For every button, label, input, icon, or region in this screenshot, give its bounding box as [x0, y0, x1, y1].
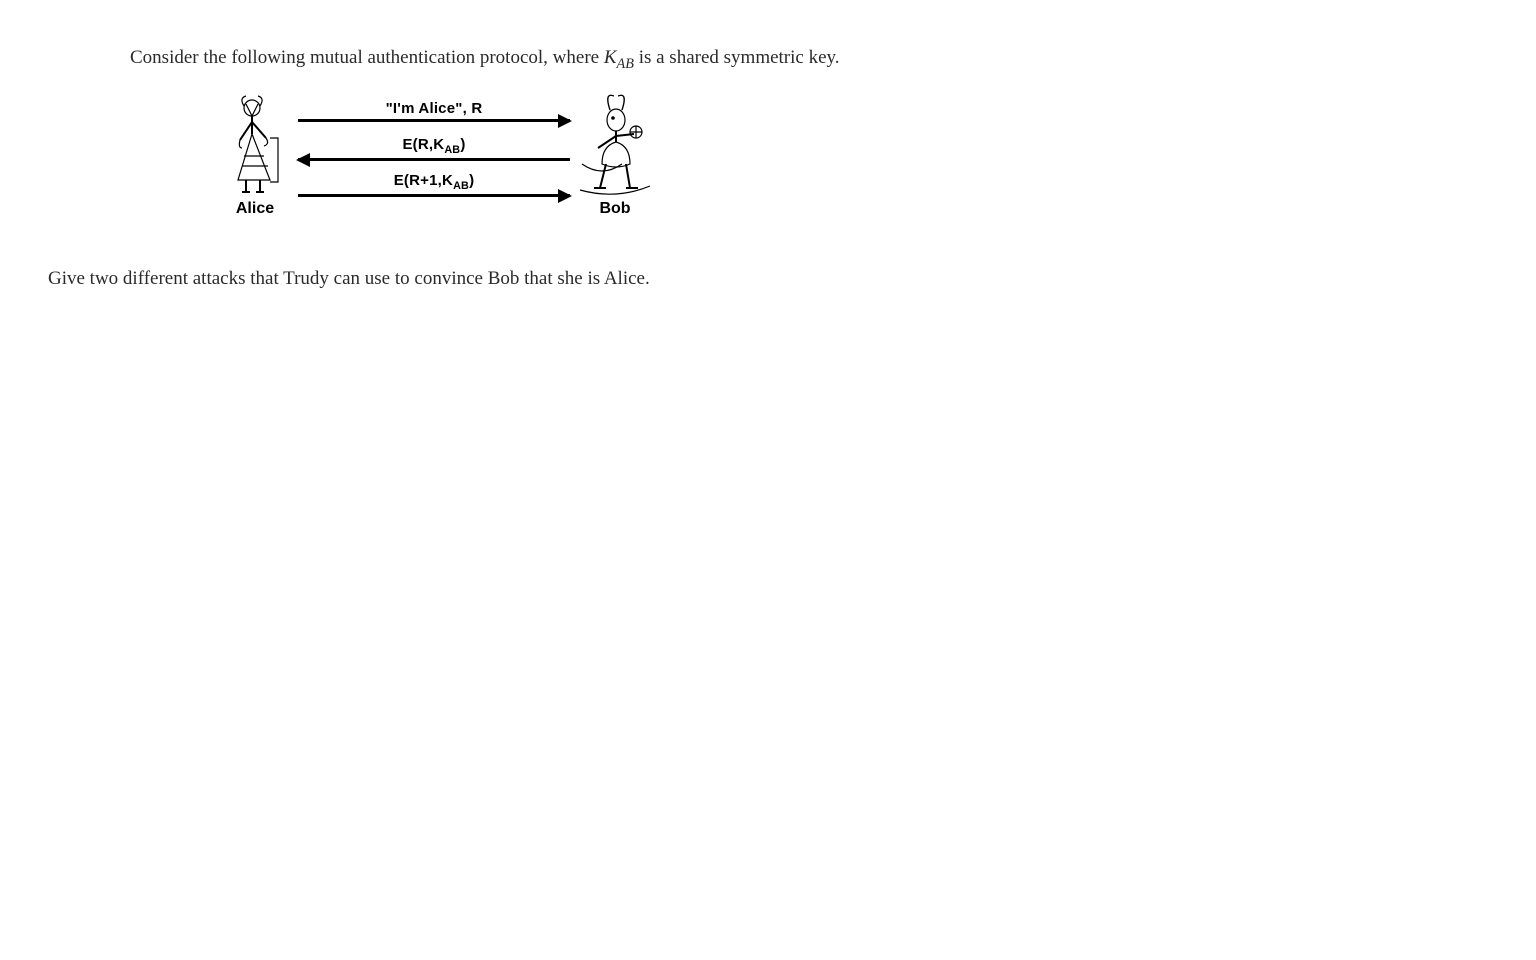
question-text: Give two different attacks that Trudy ca… — [48, 266, 1488, 293]
message-3-pre: E(R+1,K — [394, 172, 453, 189]
intro-paragraph: Consider the following mutual authentica… — [48, 45, 1488, 75]
message-2: E(R,KAB) — [298, 136, 570, 172]
message-1: "I'm Alice", R — [298, 100, 570, 136]
message-3-post: ) — [469, 172, 474, 189]
bob-label: Bob — [574, 200, 656, 218]
alice-label: Alice — [218, 200, 292, 218]
alice-figure: Alice — [218, 94, 292, 218]
bob-figure: Bob — [574, 94, 656, 218]
protocol-diagram: Alice Bob — [218, 94, 858, 244]
message-arrows: "I'm Alice", R E(R,KAB) E(R+1,KAB) — [298, 100, 570, 208]
message-3-sub: AB — [453, 180, 469, 192]
intro-text-1: Consider the following mutual authentica… — [130, 47, 604, 68]
message-1-label: "I'm Alice", R — [298, 100, 570, 117]
key-subscript: AB — [617, 56, 634, 72]
intro-text-2: is a shared symmetric key. — [634, 47, 840, 68]
page: Consider the following mutual authentica… — [0, 0, 1536, 337]
message-3-label: E(R+1,KAB) — [298, 172, 570, 192]
arrow-right-icon — [298, 194, 570, 197]
alice-icon — [226, 94, 284, 198]
message-2-pre: E(R,K — [402, 136, 444, 153]
message-2-sub: AB — [444, 144, 460, 156]
message-2-label: E(R,KAB) — [298, 136, 570, 156]
arrow-right-icon — [298, 119, 570, 122]
message-2-post: ) — [460, 136, 465, 153]
arrow-left-icon — [298, 158, 570, 161]
bob-icon — [576, 94, 654, 198]
message-3: E(R+1,KAB) — [298, 172, 570, 208]
key-symbol: K — [604, 47, 617, 68]
